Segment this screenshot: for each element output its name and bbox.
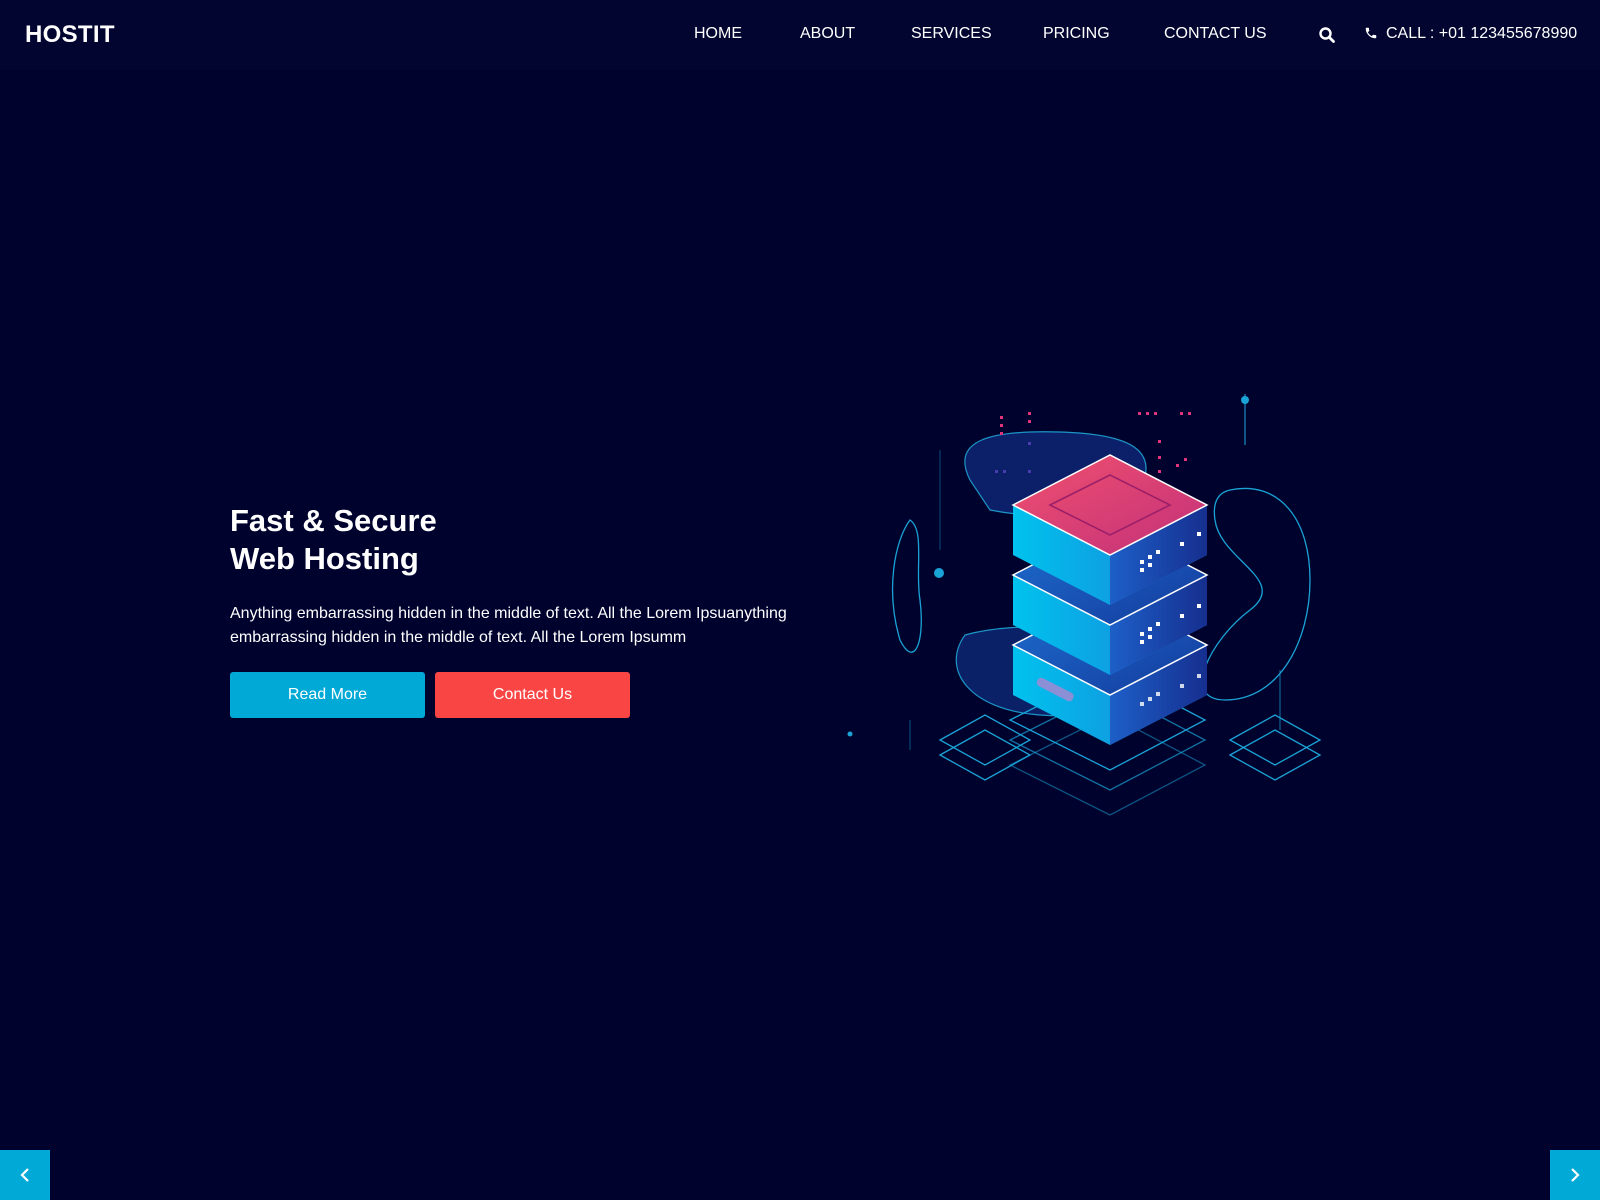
hero-title-line-2: Web Hosting <box>230 541 419 576</box>
main-nav: HOME ABOUT SERVICES PRICING CONTACT US <box>0 0 1600 70</box>
hero-title-line-1: Fast & Secure <box>230 503 437 538</box>
phone-icon <box>1364 26 1378 40</box>
call-text: CALL : +01 123455678990 <box>1386 25 1578 42</box>
contact-us-button[interactable]: Contact Us <box>435 672 630 718</box>
hero-description: Anything embarrassing hidden in the midd… <box>230 605 787 646</box>
nav-contact-us[interactable]: CONTACT US <box>1164 24 1267 44</box>
search-icon[interactable] <box>1318 26 1336 44</box>
server-stack-illustration <box>840 370 1340 850</box>
nav-home[interactable]: HOME <box>694 24 742 44</box>
nav-pricing[interactable]: PRICING <box>1043 24 1110 44</box>
read-more-button[interactable]: Read More <box>230 672 425 718</box>
slider-next-button[interactable] <box>1550 1150 1600 1200</box>
slider-prev-button[interactable] <box>0 1150 50 1200</box>
chevron-right-icon <box>1571 1168 1580 1182</box>
nav-services[interactable]: SERVICES <box>911 24 992 44</box>
hero-title: Fast & Secure Web Hosting <box>230 502 437 578</box>
chevron-left-icon <box>20 1168 29 1182</box>
site-header: HOSTIT HOME ABOUT SERVICES PRICING CONTA… <box>0 0 1600 70</box>
nav-about[interactable]: ABOUT <box>800 24 855 44</box>
